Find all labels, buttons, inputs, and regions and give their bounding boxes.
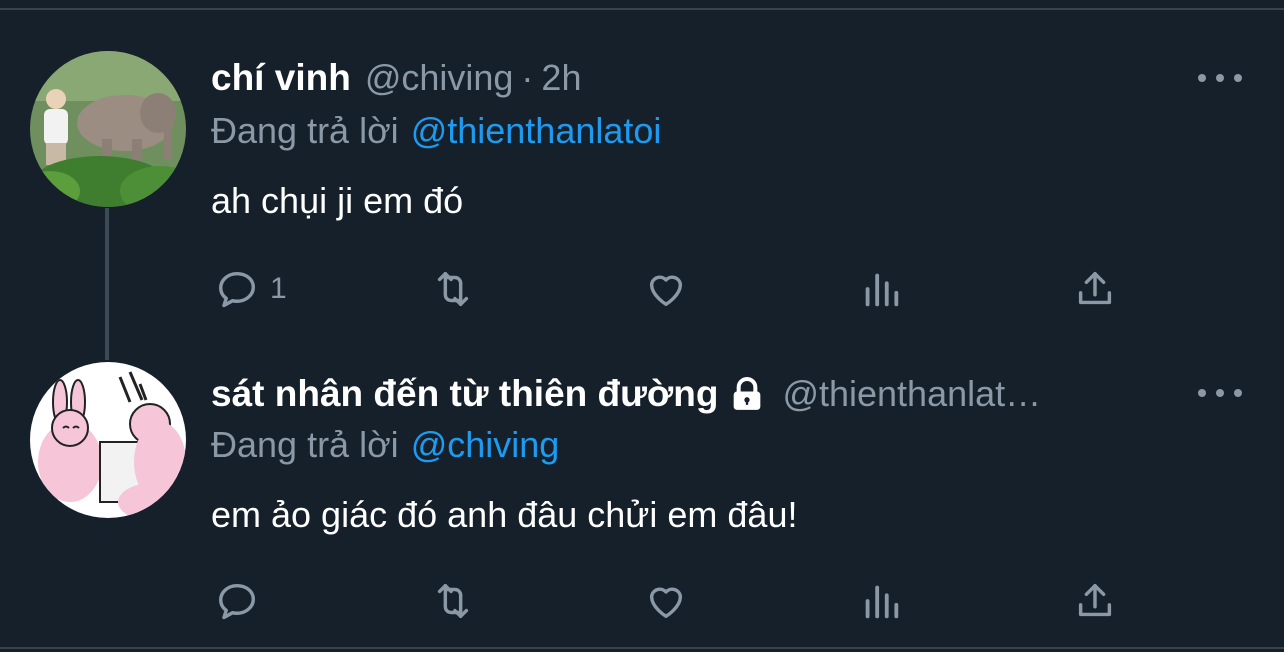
avatar[interactable] [30,51,186,207]
action-bar [0,576,1284,626]
mention-link[interactable]: @chiving [411,424,560,465]
top-divider [0,8,1284,10]
reply-button[interactable] [214,576,270,626]
like-button[interactable] [643,576,689,626]
heart-icon [649,587,683,619]
more-icon[interactable] [1198,383,1242,403]
handle[interactable]: @chiving [365,57,514,99]
bottom-divider [0,647,1284,649]
share-icon [1078,271,1112,305]
display-name[interactable]: chí vinh [211,57,351,99]
retweet-icon [437,583,469,619]
lock-icon [726,374,768,414]
share-button[interactable] [1072,264,1118,314]
retweet-button[interactable] [430,264,476,314]
analytics-button[interactable] [858,576,904,626]
heart-icon [649,275,683,307]
reply-count: 1 [270,272,287,305]
more-icon[interactable] [1198,68,1242,88]
tweet-text: ah chụi ji em đó [211,180,464,221]
mention-link[interactable]: @thienthanlatoi [411,110,662,151]
analytics-button[interactable] [858,264,904,314]
share-icon [1078,583,1112,617]
analytics-icon [865,585,899,619]
like-button[interactable] [643,264,689,314]
avatar[interactable] [30,362,186,518]
tweet-header: sát nhân đến từ thiên đường @thienthanla… [211,372,1041,416]
replying-to: Đang trả lời @chiving [211,424,559,466]
handle[interactable]: @thienthanlat… [782,373,1041,415]
display-name[interactable]: sát nhân đến từ thiên đường [211,373,718,415]
avatar-bunny-illustration [30,362,186,518]
reply-icon [218,583,256,620]
retweet-icon [437,271,469,307]
reply-icon [218,271,256,308]
share-button[interactable] [1072,576,1118,626]
avatar-photo-elephant [30,51,186,207]
analytics-icon [865,273,899,307]
replying-label: Đang trả lời [211,424,399,465]
tweet-text: em ảo giác đó anh đâu chửi em đâu! [211,494,798,535]
separator: · [521,57,534,98]
replying-label: Đang trả lời [211,110,399,151]
reply-button[interactable]: 1 [214,264,287,314]
timestamp[interactable]: 2h [541,57,581,99]
replying-to: Đang trả lời @thienthanlatoi [211,110,661,152]
action-bar: 1 [0,264,1284,314]
retweet-button[interactable] [430,576,476,626]
tweet-header: chí vinh @chiving · 2h [211,56,581,100]
